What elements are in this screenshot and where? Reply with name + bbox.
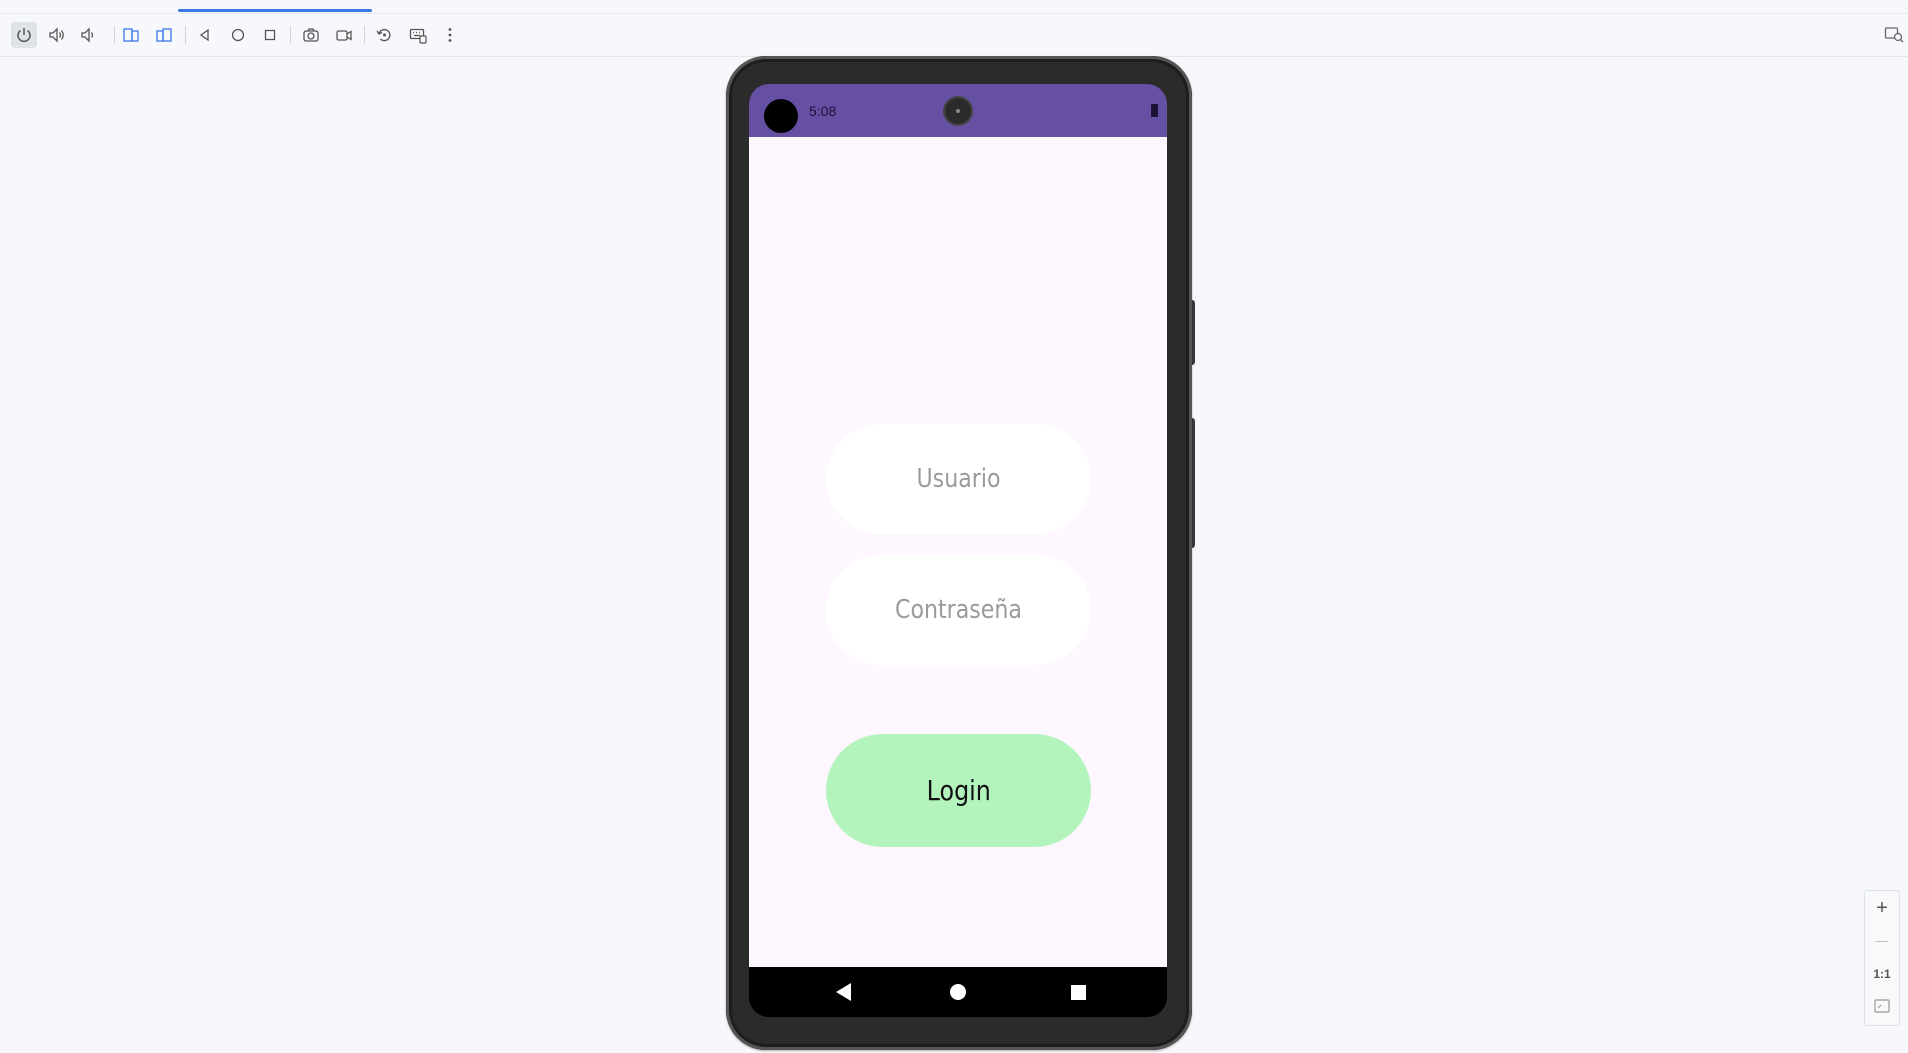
username-field[interactable] xyxy=(826,423,1091,535)
toolbar-separator xyxy=(364,26,365,44)
login-screen: Login xyxy=(749,137,1167,967)
toolbar-separator xyxy=(185,26,186,44)
volume-up-icon[interactable] xyxy=(44,22,70,48)
device-screen: 5:08 Login xyxy=(749,84,1167,1017)
volume-down-icon[interactable] xyxy=(75,22,101,48)
front-camera-icon xyxy=(945,98,971,124)
login-button-label: Login xyxy=(926,774,991,807)
battery-icon xyxy=(1151,104,1158,117)
keyboard-icon[interactable] xyxy=(405,22,431,48)
device-explorer-icon[interactable] xyxy=(1884,24,1904,44)
nav-recents-icon[interactable] xyxy=(1071,985,1086,1000)
actual-size-button[interactable]: 1:1 xyxy=(1865,959,1899,989)
password-input[interactable] xyxy=(845,554,1072,666)
login-button[interactable]: Login xyxy=(826,734,1091,847)
snapshot-icon[interactable] xyxy=(371,22,397,48)
screenshot-icon[interactable] xyxy=(298,22,324,48)
more-icon[interactable] xyxy=(437,22,463,48)
status-bar-circle xyxy=(764,99,798,133)
navigation-bar xyxy=(749,967,1167,1017)
back-icon[interactable] xyxy=(192,22,218,48)
username-input[interactable] xyxy=(845,423,1072,535)
nav-back-icon[interactable] xyxy=(836,983,851,1001)
overview-icon[interactable] xyxy=(257,22,283,48)
top-strip xyxy=(0,0,1908,14)
toolbar-separator xyxy=(114,26,115,44)
rotate-right-icon[interactable] xyxy=(151,22,177,48)
password-field[interactable] xyxy=(826,554,1091,666)
zoom-out-button[interactable]: — xyxy=(1865,925,1899,955)
power-icon[interactable] xyxy=(11,22,37,48)
zoom-in-button[interactable]: + xyxy=(1865,893,1899,923)
rotate-left-icon[interactable] xyxy=(118,22,144,48)
status-bar: 5:08 xyxy=(749,84,1167,137)
nav-home-icon[interactable] xyxy=(950,984,966,1000)
emulator-toolbar xyxy=(0,14,1908,57)
zoom-panel: + — 1:1 xyxy=(1864,890,1900,1026)
status-time: 5:08 xyxy=(809,103,837,119)
screen-record-icon[interactable] xyxy=(331,22,357,48)
tab-indicator xyxy=(178,9,372,12)
toolbar-separator xyxy=(290,26,291,44)
fit-screen-icon[interactable] xyxy=(1865,991,1899,1021)
home-icon[interactable] xyxy=(225,22,251,48)
